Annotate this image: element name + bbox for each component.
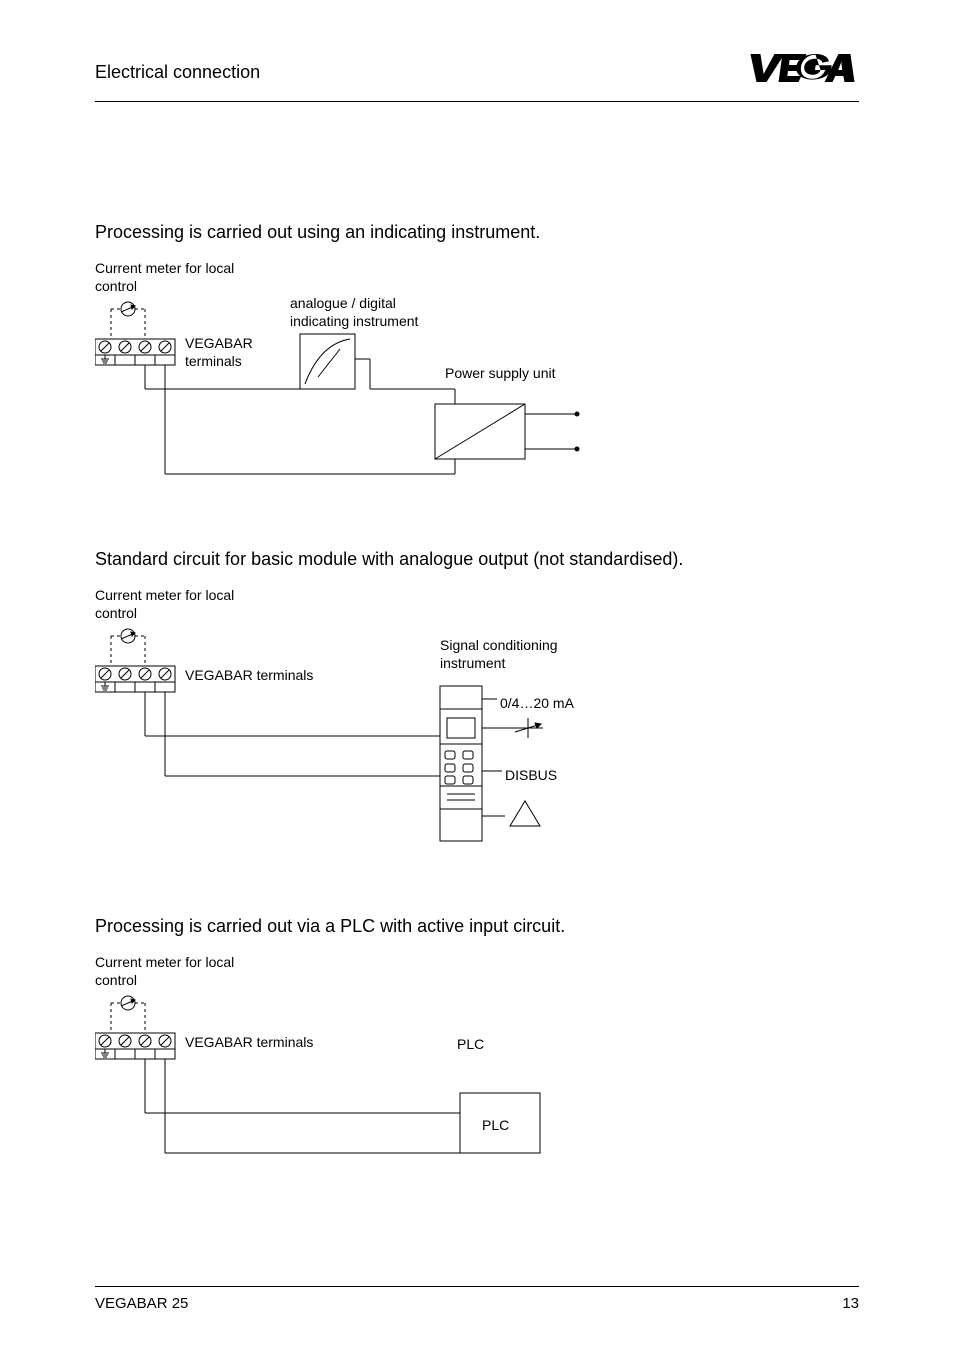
label-meter-3: Current meter for local control (95, 953, 255, 989)
page-header: Electrical connection (95, 50, 859, 102)
vega-logo (749, 50, 859, 95)
diagram-1: Current meter for local control VEGABAR … (95, 259, 615, 489)
label-terminals-2: VEGABAR terminals (185, 666, 313, 684)
label-instrument-1: analogue / digital indicating instrument (290, 294, 450, 330)
header-title: Electrical connection (95, 62, 260, 83)
label-plc-box-3: PLC (482, 1116, 509, 1134)
page-footer: VEGABAR 25 13 (95, 1286, 859, 1312)
footer-page-number: 13 (842, 1295, 859, 1312)
diagram-2: Current meter for local control VEGABAR … (95, 586, 615, 856)
label-out2-2: DISBUS (505, 766, 557, 784)
section1-text: Processing is carried out using an indic… (95, 222, 859, 243)
page: Electrical connection Processing is carr… (0, 0, 954, 1352)
label-instrument-2: Signal conditioning instrument (440, 636, 580, 672)
label-plc-3: PLC (457, 1035, 484, 1053)
label-terminals-1: VEGABAR terminals (185, 334, 275, 370)
section2-text: Standard circuit for basic module with a… (95, 549, 859, 570)
label-out1-2: 0/4…20 mA (500, 694, 574, 712)
label-meter-2: Current meter for local control (95, 586, 255, 622)
label-meter-1: Current meter for local control (95, 259, 255, 295)
section3-text: Processing is carried out via a PLC with… (95, 916, 859, 937)
label-psu-1: Power supply unit (445, 364, 556, 382)
label-terminals-3: VEGABAR terminals (185, 1033, 313, 1051)
diagram-3: Current meter for local control VEGABAR … (95, 953, 615, 1183)
footer-left: VEGABAR 25 (95, 1295, 188, 1312)
